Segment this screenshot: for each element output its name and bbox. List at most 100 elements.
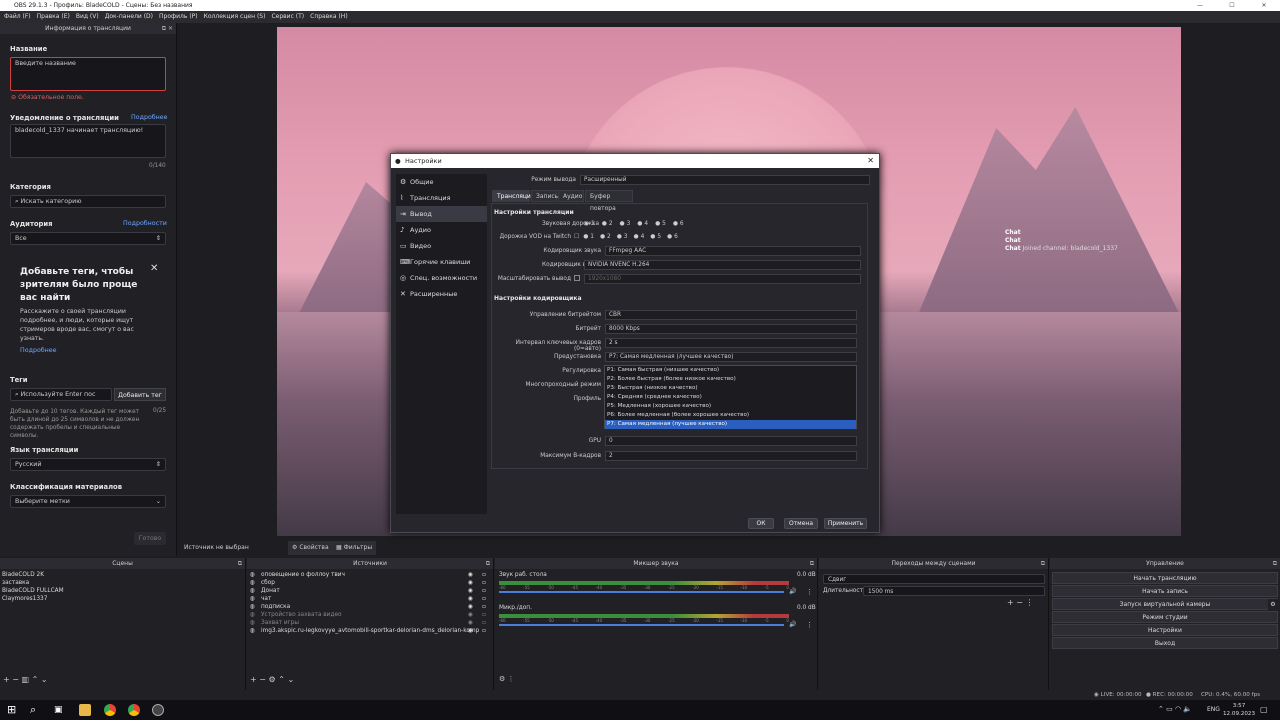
dock-float-icon[interactable]: ⧉ (1041, 558, 1045, 569)
radio-button[interactable]: ● (600, 234, 605, 240)
chrome-profile-icon[interactable] (128, 704, 140, 716)
preset-option[interactable]: P7: Самая медленная (лучшее качество) (605, 420, 856, 429)
eye-icon[interactable]: ◉ (468, 619, 473, 627)
settings-tab[interactable]: Буфер повтора (585, 190, 633, 212)
eye-icon[interactable]: ◉ (468, 611, 473, 619)
bframes-input[interactable]: 2 (605, 451, 857, 461)
menu-item[interactable]: Вид (V) (76, 11, 99, 23)
transition-select[interactable]: Сдвиг (823, 574, 1045, 584)
preset-select[interactable]: P7: Самая медленная (лучшее качество) (605, 352, 857, 362)
filter-icon[interactable]: ▥ (22, 675, 30, 684)
remove-icon[interactable]: − (259, 675, 266, 684)
settings-nav-item[interactable]: ⌇ Трансляция (396, 190, 487, 206)
done-button[interactable]: Готово (134, 532, 166, 545)
dock-float-icon[interactable]: ⧉ (238, 558, 242, 569)
up-icon[interactable]: ⌃ (278, 675, 285, 684)
source-item[interactable]: ◍ подписка ◉ ▫ (247, 603, 493, 611)
eye-icon[interactable]: ◉ (468, 627, 473, 635)
audio-track-radios[interactable]: ◉ 1 ● 2 ● 3 ● 4 ● 5 ● 6 (584, 221, 691, 227)
language-select[interactable]: Русский ⇕ (10, 458, 166, 471)
apply-button[interactable]: Применить (824, 518, 867, 529)
control-button[interactable]: Запуск виртуальной камеры ⚙ (1052, 598, 1278, 611)
preset-option[interactable]: P5: Медленная (хорошее качество) (605, 402, 856, 411)
lock-icon[interactable]: ▫ (482, 579, 486, 587)
source-item[interactable]: ◍ сбор ◉ ▫ (247, 579, 493, 587)
audio-encoder-select[interactable]: FFmpeg AAC (605, 246, 861, 256)
remove-icon[interactable]: − (12, 675, 19, 684)
settings-tab[interactable]: Аудио (558, 190, 584, 202)
lock-icon[interactable]: ▫ (482, 619, 486, 627)
eye-icon[interactable]: ◉ (468, 579, 473, 587)
tray-icons[interactable]: ⌃ ▭ ◠ 🔈 (1158, 705, 1192, 713)
ok-button[interactable]: ОК (748, 518, 774, 529)
add-icon[interactable]: + (1007, 598, 1014, 607)
radio-button[interactable]: ● (655, 221, 660, 227)
gear-icon[interactable]: ⚙ (269, 675, 276, 684)
scene-item[interactable]: заставка (0, 579, 245, 587)
windows-start-icon[interactable]: ⊞ (7, 704, 19, 716)
rate-control-select[interactable]: CBR (605, 310, 857, 320)
source-item[interactable]: ◍ Устройство захвата видео ◉ ▫ (247, 611, 493, 619)
control-button[interactable]: Начать трансляцию (1052, 572, 1278, 584)
radio-button[interactable]: ● (667, 234, 672, 240)
gpu-input[interactable]: 0 (605, 436, 857, 446)
dock-float-icon[interactable]: ⧉ (486, 558, 490, 569)
gear-icon[interactable]: ⚙ (1268, 599, 1278, 611)
menu-item[interactable]: Файл (F) (4, 11, 31, 23)
eye-icon[interactable]: ◉ (468, 571, 473, 579)
source-item[interactable]: ◍ Захват игры ◉ ▫ (247, 619, 493, 627)
close-icon[interactable]: ✕ (867, 154, 874, 168)
down-icon[interactable]: ⌄ (287, 675, 294, 684)
title-input[interactable]: Введите название (10, 57, 166, 91)
notify-input[interactable]: bladecold_1337 начинает трансляцию! (10, 124, 166, 158)
settings-nav-item[interactable]: ▭ Видео (396, 238, 487, 254)
menu-icon[interactable]: ⋮ (1026, 598, 1034, 607)
audience-select[interactable]: Все ⇕ (10, 232, 166, 245)
minimize-icon[interactable]: — (1184, 0, 1216, 11)
dock-float-icon[interactable]: ⧉ (1273, 558, 1277, 569)
chrome-icon[interactable] (104, 704, 116, 716)
network-icon[interactable]: ▭ (1166, 705, 1173, 713)
video-encoder-select[interactable]: NVIDIA NVENC H.264 (584, 260, 861, 270)
volume-slider[interactable] (499, 624, 784, 626)
preset-option[interactable]: P3: Быстрая (низкое качество) (605, 384, 856, 393)
menu-icon[interactable]: ⋮ (508, 675, 515, 683)
lock-icon[interactable]: ▫ (482, 587, 486, 595)
lock-icon[interactable]: ▫ (482, 571, 486, 579)
menu-item[interactable]: Коллекция сцен (S) (204, 11, 266, 23)
gear-icon[interactable]: ⚙ (499, 675, 505, 683)
remove-icon[interactable]: − (1016, 598, 1023, 607)
output-mode-select[interactable]: Расширенный (580, 175, 870, 185)
properties-button[interactable]: ⚙ Свойства (288, 541, 333, 555)
rescale-select[interactable]: 1920x1080 (584, 274, 861, 284)
preset-option[interactable]: P2: Более быстрая (более низкое качество… (605, 375, 856, 384)
scene-item[interactable]: Claymores1337 (0, 595, 245, 603)
maximize-icon[interactable]: ☐ (1216, 0, 1248, 11)
speaker-icon[interactable]: 🔊 (789, 621, 796, 628)
radio-button[interactable]: ● (617, 234, 622, 240)
rescale-checkbox[interactable] (574, 275, 580, 281)
add-tag-button[interactable]: Добавить тег (114, 388, 166, 401)
checkbox[interactable]: ☐ (574, 234, 579, 240)
eye-icon[interactable]: ◉ (468, 587, 473, 595)
radio-button[interactable]: ● (583, 234, 588, 240)
speaker-icon[interactable]: 🔊 (789, 588, 796, 595)
radio-button[interactable]: ● (634, 234, 639, 240)
language-indicator[interactable]: ENG (1207, 706, 1220, 713)
close-icon[interactable]: ✕ (1248, 0, 1280, 11)
filters-button[interactable]: ▦ Фильтры (332, 541, 377, 555)
menu-icon[interactable]: ⋮ (806, 588, 813, 596)
control-button[interactable]: Начать запись (1052, 585, 1278, 597)
radio-button[interactable]: ● (650, 234, 655, 240)
tags-input[interactable]: ⌕ Используйте Enter пос (10, 388, 112, 401)
notify-more-link[interactable]: Подробнее (131, 114, 168, 121)
source-item[interactable]: ◍ чат ◉ ▫ (247, 595, 493, 603)
classification-select[interactable]: Выберите метки ⌄ (10, 495, 166, 508)
obs-taskbar-icon[interactable] (152, 704, 164, 716)
dock-float-icon[interactable]: ⧉ ✕ (162, 23, 173, 34)
scene-item[interactable]: BladeCOLD FULLCAM (0, 587, 245, 595)
search-icon[interactable]: ⌕ (30, 704, 42, 716)
volume-icon[interactable]: 🔈 (1183, 705, 1192, 713)
lock-icon[interactable]: ▫ (482, 611, 486, 619)
settings-nav-item[interactable]: ◎ Спец. возможности (396, 270, 487, 286)
